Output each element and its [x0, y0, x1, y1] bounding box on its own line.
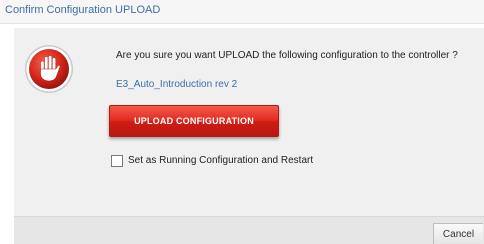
upload-configuration-button[interactable]: UPLOAD CONFIGURATION — [109, 105, 279, 137]
configuration-name: E3_Auto_Introduction rev 2 — [116, 79, 238, 90]
dialog-footer — [14, 216, 484, 244]
running-config-restart-checkbox[interactable] — [111, 155, 123, 167]
cancel-button[interactable]: Cancel — [433, 223, 483, 244]
running-config-restart-label[interactable]: Set as Running Configuration and Restart — [128, 155, 313, 166]
confirmation-question: Are you sure you want UPLOAD the followi… — [116, 50, 458, 61]
confirm-upload-dialog: Confirm Configuration UPLOAD Are you sur… — [0, 0, 484, 244]
dialog-title-bar: Confirm Configuration UPLOAD — [0, 0, 484, 24]
stop-hand-icon — [25, 45, 73, 93]
dialog-title: Confirm Configuration UPLOAD — [5, 4, 161, 16]
